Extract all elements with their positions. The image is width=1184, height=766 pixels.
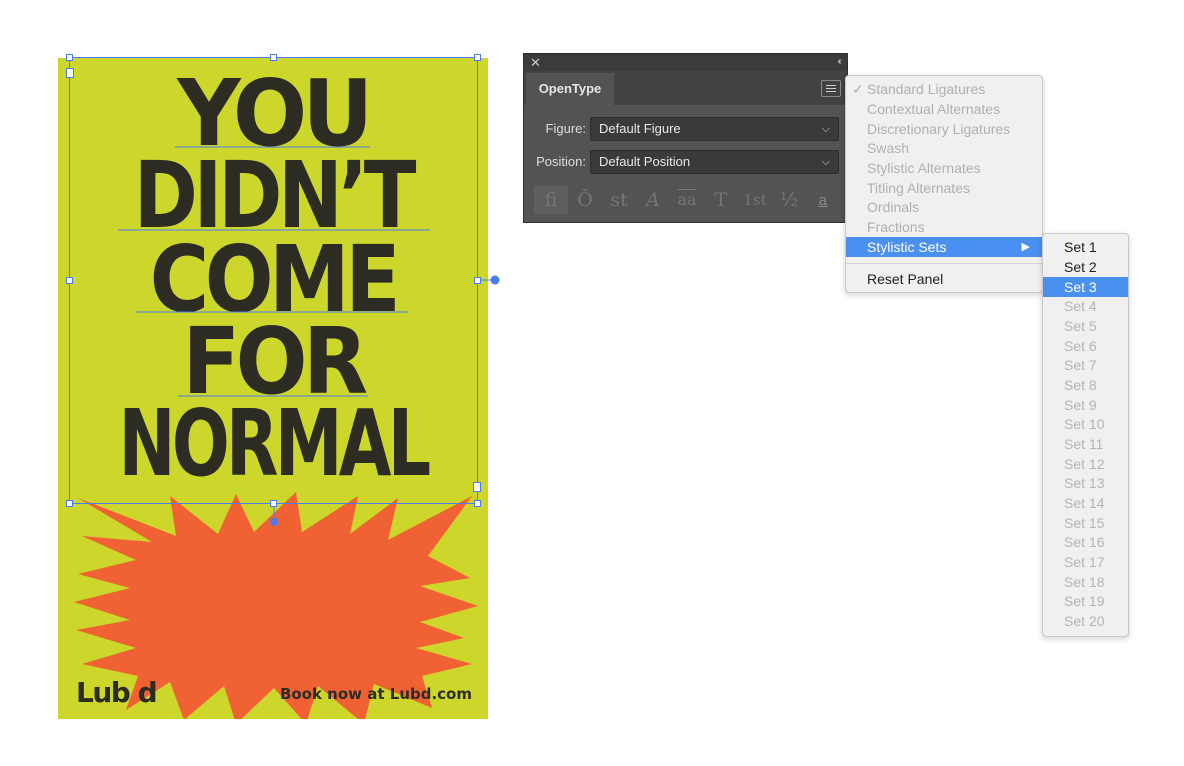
position-label: Position: <box>536 154 586 169</box>
stylistic-alternates-icon[interactable]: aa <box>670 186 704 214</box>
position-value: Default Position <box>599 154 691 169</box>
menu-item-swash[interactable]: Swash <box>846 138 1042 158</box>
menu-separator <box>846 263 1042 264</box>
submenu-item-set-10[interactable]: Set 10 <box>1043 414 1128 434</box>
ordinals-icon[interactable]: 1st <box>738 186 772 214</box>
submenu-item-set-5[interactable]: Set 5 <box>1043 316 1128 336</box>
position-select[interactable]: Default Position ⌵ <box>590 150 839 174</box>
opentype-feature-buttons: fi Ǒ st A aa T 1st ½ a <box>534 186 840 214</box>
poster-artboard[interactable]: YOU DIDN’T COME FOR NORMAL Lub d Book no… <box>58 58 488 719</box>
connector-dot <box>490 275 500 285</box>
fractions-icon[interactable]: ½ <box>772 186 806 214</box>
submenu-item-set-12[interactable]: Set 12 <box>1043 454 1128 474</box>
submenu-item-set-8[interactable]: Set 8 <box>1043 375 1128 395</box>
submenu-item-set-6[interactable]: Set 6 <box>1043 336 1128 356</box>
hamburger-line <box>826 88 836 89</box>
figure-select[interactable]: Default Figure ⌵ <box>590 117 839 141</box>
chevron-down-icon: ⌵ <box>821 156 830 168</box>
menu-item-discretionary-ligatures[interactable]: Discretionary Ligatures <box>846 119 1042 139</box>
figure-row: Figure: Default Figure ⌵ <box>524 117 849 141</box>
titling-alternates-icon[interactable]: T <box>704 186 738 214</box>
submenu-item-set-19[interactable]: Set 19 <box>1043 591 1128 611</box>
submenu-arrow-icon: ▶ <box>1021 241 1030 253</box>
menu-item-stylistic-sets[interactable]: Stylistic Sets ▶ <box>846 237 1042 257</box>
submenu-item-set-18[interactable]: Set 18 <box>1043 572 1128 592</box>
menu-item-stylistic-alternates[interactable]: Stylistic Alternates <box>846 158 1042 178</box>
menu-item-label: Stylistic Sets <box>867 239 947 255</box>
menu-item-ordinals[interactable]: Ordinals <box>846 197 1042 217</box>
checkmark-icon: ✓ <box>852 81 864 97</box>
lubd-logo: Lub d <box>76 676 158 709</box>
discretionary-ligatures-icon[interactable]: st <box>602 186 636 214</box>
menu-item-standard-ligatures[interactable]: ✓ Standard Ligatures <box>846 79 1042 99</box>
menu-item-fractions[interactable]: Fractions <box>846 217 1042 237</box>
figure-label: Figure: <box>545 121 586 136</box>
submenu-item-set-9[interactable]: Set 9 <box>1043 395 1128 415</box>
submenu-item-set-17[interactable]: Set 17 <box>1043 552 1128 572</box>
figure-value: Default Figure <box>599 121 681 136</box>
position-row: Position: Default Position ⌵ <box>524 150 849 174</box>
panel-title-bar[interactable]: ✕ ‹‹ <box>524 54 847 71</box>
submenu-item-set-16[interactable]: Set 16 <box>1043 532 1128 552</box>
double-chevron-left-icon[interactable]: ‹‹ <box>837 54 841 69</box>
opentype-panel: ✕ ‹‹ OpenType Figure: Default Figure ⌵ P… <box>523 53 848 223</box>
menu-item-contextual-alternates[interactable]: Contextual Alternates <box>846 99 1042 119</box>
panel-tab-bar: OpenType <box>524 71 847 105</box>
booking-cta-text: Book now at Lubd.com <box>279 685 472 703</box>
hamburger-icon <box>826 85 836 86</box>
submenu-item-set-15[interactable]: Set 15 <box>1043 513 1128 533</box>
submenu-item-set-20[interactable]: Set 20 <box>1043 611 1128 631</box>
headline-line-5[interactable]: NORMAL <box>114 398 432 490</box>
contextual-alternates-icon[interactable]: Ǒ <box>568 186 602 214</box>
close-icon[interactable]: ✕ <box>530 54 541 71</box>
submenu-item-set-11[interactable]: Set 11 <box>1043 434 1128 454</box>
standard-ligatures-icon[interactable]: fi <box>534 186 568 214</box>
submenu-item-set-2[interactable]: Set 2 <box>1043 257 1128 277</box>
submenu-item-set-4[interactable]: Set 4 <box>1043 296 1128 316</box>
menu-item-titling-alternates[interactable]: Titling Alternates <box>846 178 1042 198</box>
panel-menu-button[interactable] <box>821 80 841 97</box>
submenu-item-set-3[interactable]: Set 3 <box>1043 277 1128 297</box>
panel-flyout-menu: ✓ Standard Ligatures Contextual Alternate… <box>845 75 1043 293</box>
submenu-item-set-14[interactable]: Set 14 <box>1043 493 1128 513</box>
chevron-down-icon: ⌵ <box>821 123 830 135</box>
hamburger-line <box>826 91 836 92</box>
menu-item-label: Standard Ligatures <box>867 81 986 97</box>
submenu-item-set-13[interactable]: Set 13 <box>1043 473 1128 493</box>
tab-opentype[interactable]: OpenType <box>526 73 614 105</box>
submenu-item-set-7[interactable]: Set 7 <box>1043 355 1128 375</box>
stylistic-sets-submenu: Set 1 Set 2 Set 3 Set 4 Set 5 Set 6 Set … <box>1042 233 1129 637</box>
menu-item-reset-panel[interactable]: Reset Panel <box>846 269 1042 289</box>
swash-icon[interactable]: A <box>636 186 670 214</box>
submenu-item-set-1[interactable]: Set 1 <box>1043 237 1128 257</box>
glyph-panel-icon[interactable]: a <box>806 186 840 214</box>
